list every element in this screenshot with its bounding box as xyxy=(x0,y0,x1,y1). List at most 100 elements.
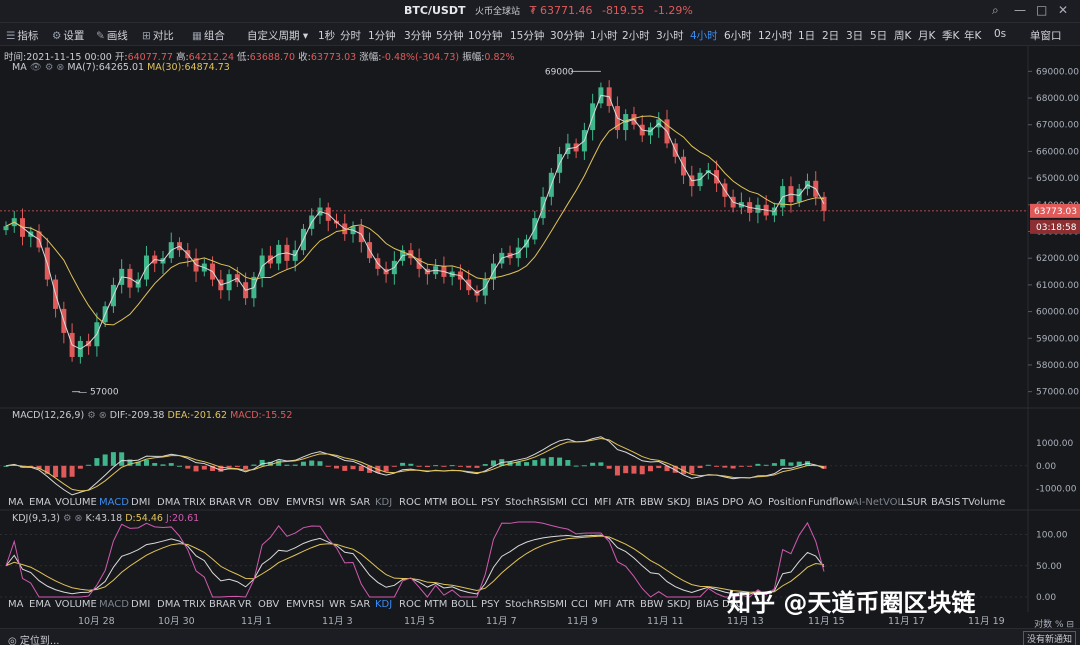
period-2[interactable]: 1分钟 xyxy=(368,28,396,43)
locate-button[interactable]: ◎ 定位到... xyxy=(8,632,59,645)
indicator-tab-ma[interactable]: MA xyxy=(8,599,23,610)
indicator-tab-skdj[interactable]: SKDJ xyxy=(667,599,691,610)
indicator-tab-rsi[interactable]: RSI xyxy=(308,599,324,610)
close-icon[interactable]: ✕ xyxy=(1058,3,1068,17)
indicator-tab-wr[interactable]: WR xyxy=(329,599,346,610)
indicator-tab-ai-netvol[interactable]: AI-NetVOL xyxy=(852,497,903,508)
indicator-tab-dpo[interactable]: DPO xyxy=(722,497,744,508)
period-20[interactable]: 季K xyxy=(942,28,959,43)
close-small-icon[interactable]: ⊗ xyxy=(75,513,83,524)
period-16[interactable]: 3日 xyxy=(846,28,863,43)
indicator-tab-obv[interactable]: OBV xyxy=(258,599,279,610)
indicator-tab-obv[interactable]: OBV xyxy=(258,497,279,508)
period-5[interactable]: 10分钟 xyxy=(468,28,502,43)
indicator-tab-volume[interactable]: VOLUME xyxy=(55,599,97,610)
indicator-tab-bbw[interactable]: BBW xyxy=(640,497,663,508)
period-18[interactable]: 周K xyxy=(894,28,911,43)
period-23[interactable]: 单窗口 xyxy=(1030,28,1062,43)
percent-scale-toggle[interactable]: % xyxy=(1055,620,1064,630)
log-scale-toggle[interactable]: 对数 xyxy=(1034,620,1052,630)
period-22[interactable]: 0s xyxy=(994,28,1006,40)
indicator-tab-bias[interactable]: BIAS xyxy=(696,497,719,508)
period-14[interactable]: 1日 xyxy=(798,28,815,43)
close-small-icon[interactable]: ⊗ xyxy=(99,410,107,421)
indicator-tab-dmi[interactable]: DMI xyxy=(131,497,150,508)
indicator-tab-mtm[interactable]: MTM xyxy=(424,599,447,610)
indicator-tab-atr[interactable]: ATR xyxy=(616,497,635,508)
indicator-tab-trix[interactable]: TRIX xyxy=(183,599,206,610)
indicator-tab-smi[interactable]: SMI xyxy=(549,599,567,610)
period-7[interactable]: 30分钟 xyxy=(550,28,584,43)
period-4[interactable]: 5分钟 xyxy=(436,28,464,43)
indicator-tab-skdj[interactable]: SKDJ xyxy=(667,497,691,508)
indicator-tab-bbw[interactable]: BBW xyxy=(640,599,663,610)
indicator-tab-fundflow[interactable]: Fundflow xyxy=(808,497,853,508)
period-8[interactable]: 1小时 xyxy=(590,28,618,43)
chart-canvas[interactable]: 69000 — 57000 69000.00 68000.00 67000.00 660… xyxy=(0,0,1080,645)
indicator-tab-rsi[interactable]: RSI xyxy=(308,497,324,508)
notification-badge[interactable]: 没有新通知 xyxy=(1022,631,1076,645)
indicator-tab-emv[interactable]: EMV xyxy=(286,497,308,508)
period-10[interactable]: 3小时 xyxy=(656,28,684,43)
indicator-button[interactable]: ☰ 指标 xyxy=(6,28,38,43)
period-9[interactable]: 2小时 xyxy=(622,28,650,43)
indicator-tab-tvolume[interactable]: TVolume xyxy=(962,497,1005,508)
period-1[interactable]: 分时 xyxy=(340,28,361,43)
period-19[interactable]: 月K xyxy=(918,28,935,43)
indicator-tab-macd[interactable]: MACD xyxy=(99,497,129,508)
period-15[interactable]: 2日 xyxy=(822,28,839,43)
indicator-tab-macd[interactable]: MACD xyxy=(99,599,129,610)
indicator-tab-ema[interactable]: EMA xyxy=(29,497,51,508)
indicator-tab-bias[interactable]: BIAS xyxy=(696,599,719,610)
indicator-tab-atr[interactable]: ATR xyxy=(616,599,635,610)
indicator-tab-position[interactable]: Position xyxy=(768,497,807,508)
indicator-tab-mfi[interactable]: MFI xyxy=(594,599,611,610)
indicator-tab-psy[interactable]: PSY xyxy=(481,497,500,508)
settings-button[interactable]: ⚙ 设置 xyxy=(52,28,84,43)
period-0[interactable]: 1秒 xyxy=(318,28,335,43)
period-3[interactable]: 3分钟 xyxy=(404,28,432,43)
indicator-tab-smi[interactable]: SMI xyxy=(549,497,567,508)
period-6[interactable]: 15分钟 xyxy=(510,28,544,43)
indicator-tab-vr[interactable]: VR xyxy=(238,599,252,610)
settings-small-icon[interactable]: ⚙ xyxy=(45,62,54,73)
indicator-tab-mfi[interactable]: MFI xyxy=(594,497,611,508)
indicator-tab-cci[interactable]: CCI xyxy=(571,497,588,508)
indicator-tab-boll[interactable]: BOLL xyxy=(451,599,477,610)
indicator-tab-kdj[interactable]: KDJ xyxy=(375,599,392,610)
indicator-tab-volume[interactable]: VOLUME xyxy=(55,497,97,508)
period-11[interactable]: 4小时 xyxy=(690,28,718,43)
indicator-tab-ao[interactable]: AO xyxy=(748,497,763,508)
indicator-tab-wr[interactable]: WR xyxy=(329,497,346,508)
indicator-tab-psy[interactable]: PSY xyxy=(481,599,500,610)
indicator-tab-mtm[interactable]: MTM xyxy=(424,497,447,508)
indicator-tab-brar[interactable]: BRAR xyxy=(209,497,236,508)
indicator-tab-cci[interactable]: CCI xyxy=(571,599,588,610)
close-small-icon[interactable]: ⊗ xyxy=(56,62,64,73)
scale-options[interactable]: 对数 % ⊟ xyxy=(1034,617,1074,630)
combo-button[interactable]: ▦ 组合 xyxy=(192,28,225,43)
indicator-tab-dmi[interactable]: DMI xyxy=(131,599,150,610)
draw-line-button[interactable]: ✎ 画线 xyxy=(96,28,128,43)
settings-small-icon[interactable]: ⚙ xyxy=(63,513,72,524)
indicator-tab-sar[interactable]: SAR xyxy=(350,497,370,508)
indicator-tab-ma[interactable]: MA xyxy=(8,497,23,508)
indicator-tab-stochrsi[interactable]: StochRSI xyxy=(505,497,549,508)
period-21[interactable]: 年K xyxy=(964,28,981,43)
search-icon[interactable]: ⌕ xyxy=(992,3,999,18)
compare-button[interactable]: ⊞ 对比 xyxy=(142,28,174,43)
auto-scale-icon[interactable]: ⊟ xyxy=(1066,620,1074,630)
indicator-tab-roc[interactable]: ROC xyxy=(399,497,421,508)
indicator-tab-kdj[interactable]: KDJ xyxy=(375,497,392,508)
indicator-tab-basis[interactable]: BASIS xyxy=(931,497,960,508)
indicator-tab-dma[interactable]: DMA xyxy=(157,599,180,610)
custom-period-button[interactable]: 自定义周期 ▾ xyxy=(247,28,308,43)
indicator-tab-trix[interactable]: TRIX xyxy=(183,497,206,508)
period-12[interactable]: 6小时 xyxy=(724,28,752,43)
minimize-icon[interactable]: — xyxy=(1014,3,1026,17)
indicator-tab-dma[interactable]: DMA xyxy=(157,497,180,508)
indicator-tab-sar[interactable]: SAR xyxy=(350,599,370,610)
settings-small-icon[interactable]: ⚙ xyxy=(87,410,96,421)
period-13[interactable]: 12小时 xyxy=(758,28,792,43)
indicator-tab-emv[interactable]: EMV xyxy=(286,599,308,610)
